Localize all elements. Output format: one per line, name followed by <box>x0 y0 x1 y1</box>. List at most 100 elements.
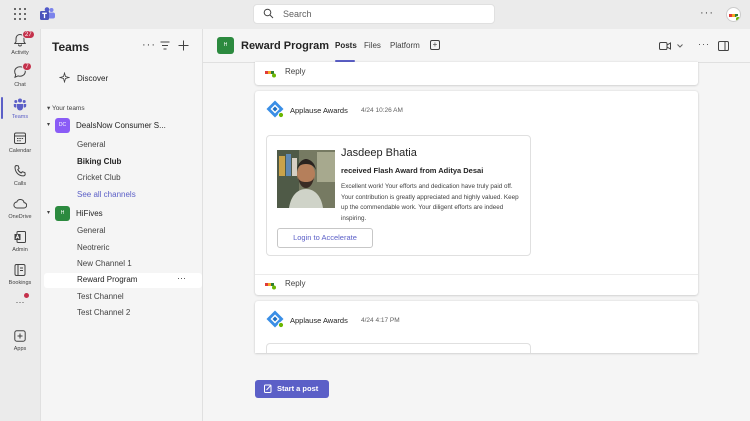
start-a-post-button[interactable]: Start a post <box>255 380 329 398</box>
rail-calendar[interactable]: Calendar <box>0 129 40 159</box>
reply-label: Reply <box>285 67 306 76</box>
post-timestamp: 4/24 4:17 PM <box>361 317 400 324</box>
start-post-label: Start a post <box>277 384 319 393</box>
see-all-channels-link[interactable]: See all channels <box>44 188 202 203</box>
team-hifives[interactable]: ▾ H HiFives <box>47 206 202 222</box>
channel-reward-program[interactable]: Reward Program ··· <box>44 273 202 288</box>
create-team-plus-icon[interactable] <box>178 40 189 51</box>
channel-info-icon[interactable] <box>718 41 729 51</box>
rail-admin[interactable]: Admin <box>0 228 40 258</box>
team-avatar: DC <box>55 118 70 133</box>
rail-label: Admin <box>12 247 28 253</box>
award-card-partial <box>266 343 531 353</box>
rail-calls[interactable]: Calls <box>0 162 40 192</box>
chevron-down-icon: ▾ <box>47 122 51 128</box>
rail-onedrive[interactable]: OneDrive <box>0 195 40 225</box>
channel-label: New Channel 1 <box>77 259 132 268</box>
tab-files[interactable]: Files <box>364 41 381 50</box>
channel-biking-club[interactable]: Biking Club <box>44 155 202 170</box>
sparkle-icon <box>58 71 71 84</box>
presence-available-icon <box>735 16 740 21</box>
reply-button[interactable]: Reply <box>255 63 698 83</box>
rail-label: Teams <box>11 114 29 120</box>
filter-icon[interactable] <box>160 41 170 50</box>
channel-title: Reward Program <box>241 40 330 52</box>
channel-neotreric[interactable]: Neotreric <box>44 241 202 256</box>
video-call-icon[interactable] <box>659 42 671 50</box>
settings-more-button[interactable]: ··· <box>700 7 714 19</box>
chevron-down-icon[interactable] <box>677 44 683 48</box>
apps-icon <box>14 330 26 342</box>
calendar-icon <box>14 132 26 144</box>
channel-label: Neotreric <box>77 243 110 252</box>
channel-label: General <box>77 140 106 149</box>
channel-more-button[interactable]: ··· <box>698 39 710 49</box>
top-bar: Search ··· <box>0 0 750 29</box>
channel-more-button[interactable]: ··· <box>177 273 186 283</box>
cloud-icon <box>13 199 27 209</box>
recipient-photo-image <box>277 150 335 208</box>
more-apps-icon: ··· <box>15 297 25 307</box>
chat-badge: 7 <box>22 62 32 71</box>
channel-avatar: H <box>217 37 234 54</box>
panel-title: Teams <box>52 40 90 54</box>
post-author[interactable]: Applause Awards <box>290 106 348 115</box>
rail-more-apps[interactable]: ··· <box>0 297 40 327</box>
replier-avatar-icon <box>265 283 276 290</box>
rail-activity[interactable]: 27 Activity <box>0 30 40 61</box>
teams-icon <box>13 98 27 111</box>
post-card: Applause Awards 4/24 10:26 AM Jasdeep Bh… <box>255 91 698 295</box>
reply-button[interactable]: Reply <box>255 274 698 294</box>
channel-general[interactable]: General <box>44 224 202 239</box>
channel-test-channel[interactable]: Test Channel <box>44 290 202 305</box>
panel-more-button[interactable]: ··· <box>142 39 156 51</box>
channel-cricket-club[interactable]: Cricket Club <box>44 171 202 186</box>
channel-label: Test Channel <box>77 292 124 301</box>
rail-teams[interactable]: Teams <box>0 95 40 125</box>
replier-avatar-icon <box>265 71 276 78</box>
search-placeholder: Search <box>283 9 312 19</box>
phone-icon <box>14 164 26 177</box>
admin-icon <box>14 231 26 243</box>
add-tab-button[interactable]: + <box>430 40 440 50</box>
reply-label: Reply <box>285 279 306 288</box>
channel-label: See all channels <box>77 190 136 199</box>
channel-header: H Reward Program Posts Files Platform + … <box>203 29 750 63</box>
channel-test-channel-2[interactable]: Test Channel 2 <box>44 306 202 321</box>
post-author[interactable]: Applause Awards <box>290 316 348 325</box>
channel-new-channel-1[interactable]: New Channel 1 <box>44 257 202 272</box>
rail-bookings[interactable]: Bookings <box>0 261 40 291</box>
rail-label: Activity <box>11 50 29 56</box>
rail-apps[interactable]: Apps <box>0 327 40 357</box>
channel-label: General <box>77 226 106 235</box>
compose-icon <box>264 384 272 393</box>
channel-label: Test Channel 2 <box>77 308 131 317</box>
tab-posts[interactable]: Posts <box>335 41 357 50</box>
award-message: Excellent work! Your efforts and dedicat… <box>341 183 519 222</box>
discover-item[interactable]: Discover <box>58 71 108 85</box>
rail-label: Calls <box>13 181 27 187</box>
team-avatar: H <box>55 206 70 221</box>
rail-chat[interactable]: 7 Chat <box>0 62 40 93</box>
channel-label: Cricket Club <box>77 173 121 182</box>
activity-badge: 27 <box>22 30 35 39</box>
post-card: Applause Awards 4/24 4:17 PM <box>255 301 698 353</box>
team-dealsnow[interactable]: ▾ DC DealsNow Consumer S... <box>47 118 202 134</box>
chevron-down-icon: ▾ <box>47 210 51 216</box>
applause-awards-icon <box>266 100 284 118</box>
tab-platform[interactable]: Platform <box>390 41 420 50</box>
recipient-name: Jasdeep Bhatia <box>341 147 417 159</box>
team-name: DealsNow Consumer S... <box>76 121 166 130</box>
award-card: Jasdeep Bhatia received Flash Award from… <box>266 135 531 256</box>
channel-general[interactable]: General <box>44 138 202 153</box>
profile-avatar[interactable] <box>726 7 741 22</box>
channel-label: Biking Club <box>77 157 122 166</box>
post-timestamp: 4/24 10:26 AM <box>361 107 403 114</box>
app-launcher-icon[interactable] <box>14 8 26 20</box>
your-teams-header[interactable]: ▾ Your teams <box>47 104 85 112</box>
rail-label: Bookings <box>8 280 32 286</box>
login-to-accelerate-button[interactable]: Login to Accelerate <box>277 228 373 248</box>
channel-main: H Reward Program Posts Files Platform + … <box>203 29 750 421</box>
rail-label: OneDrive <box>8 214 32 220</box>
search-input[interactable]: Search <box>253 4 495 24</box>
